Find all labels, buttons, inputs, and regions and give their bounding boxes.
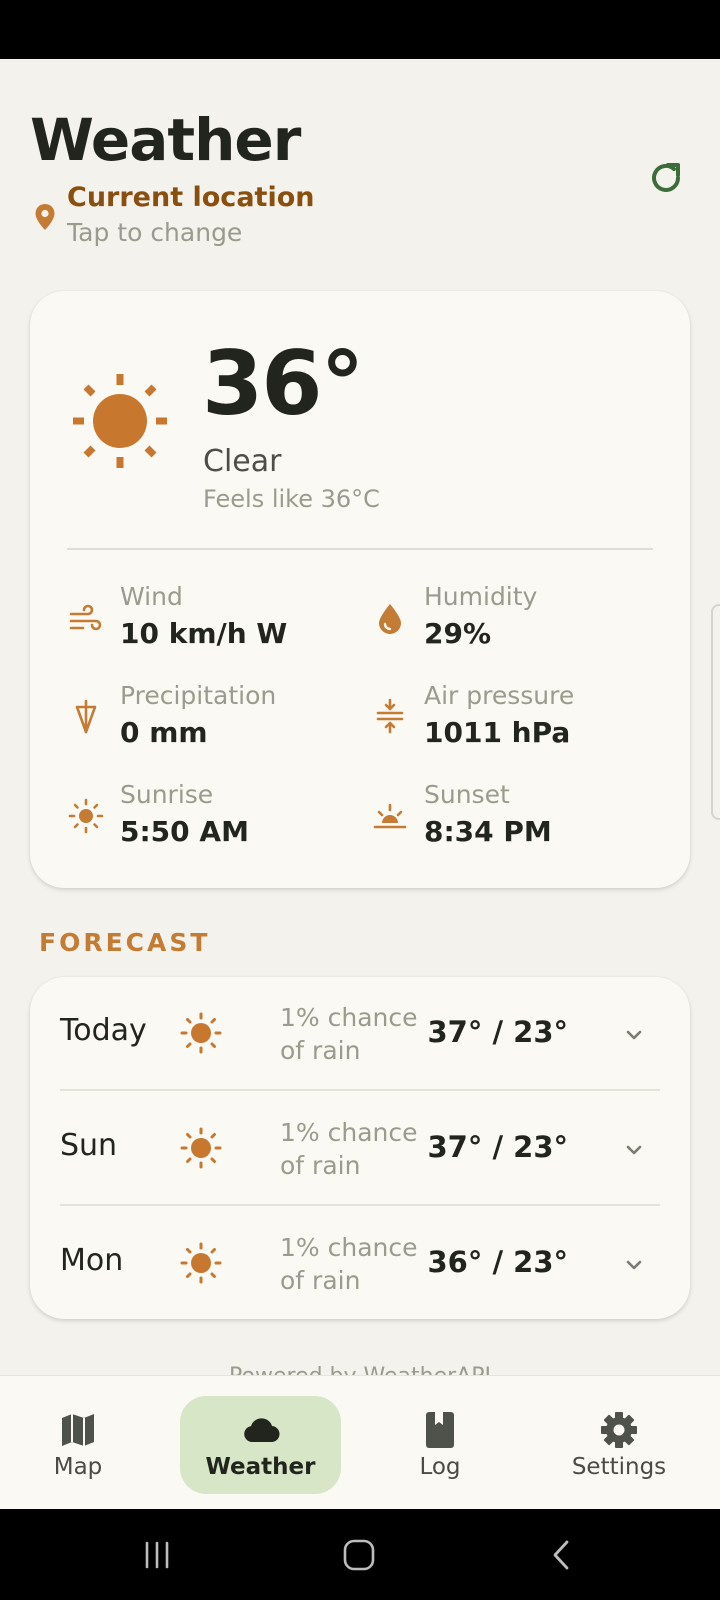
forecast-row-today[interactable]: Today 1% chance of rain 37° / 23°: [30, 977, 690, 1092]
nav-label: Settings: [571, 1454, 667, 1480]
sunrise-value: 5:50 AM: [120, 815, 249, 848]
refresh-button[interactable]: [644, 156, 688, 200]
forecast-temps: 37° / 23°: [427, 1015, 569, 1049]
chevron-down-icon[interactable]: [622, 1253, 646, 1277]
gear-icon: [601, 1412, 637, 1448]
sunset-label: Sunset: [424, 780, 510, 809]
forecast-rain-chance: 1% chance of rain: [280, 1233, 418, 1295]
sun-icon: [73, 374, 167, 468]
forecast-rain-chance: 1% chance of rain: [280, 1118, 418, 1180]
sun-icon: [180, 1012, 222, 1054]
divider: [67, 548, 653, 550]
wind-label: Wind: [120, 582, 183, 611]
nav-item-log[interactable]: Log: [400, 1376, 480, 1510]
wind-icon: [69, 604, 102, 631]
precipitation-value: 0 mm: [120, 716, 208, 749]
refresh-icon: [652, 163, 680, 192]
feels-like: Feels like 36°C: [203, 485, 380, 513]
sunset-value: 8:34 PM: [424, 815, 552, 848]
nav-item-map[interactable]: Map: [38, 1376, 118, 1510]
forecast-day: Sun: [60, 1128, 118, 1163]
bottom-navigation: Map Weather Log Settings: [0, 1375, 720, 1509]
forecast-row-mon[interactable]: Mon 1% chance of rain 36° / 23°: [30, 1207, 690, 1322]
sun-icon: [180, 1127, 222, 1169]
forecast-temps: 37° / 23°: [427, 1130, 569, 1164]
current-temperature: 36°: [202, 332, 364, 435]
umbrella-icon: [75, 699, 97, 734]
pressure-icon: [376, 698, 404, 734]
humidity-label: Humidity: [424, 582, 538, 611]
chevron-down-icon[interactable]: [622, 1023, 646, 1047]
book-icon: [426, 1412, 454, 1448]
air-pressure-label: Air pressure: [424, 681, 575, 710]
humidity-icon: [379, 604, 401, 634]
home-icon[interactable]: [343, 1539, 375, 1571]
nav-label: Map: [53, 1454, 103, 1480]
nav-item-settings[interactable]: Settings: [560, 1376, 678, 1510]
forecast-day: Mon: [60, 1243, 124, 1278]
forecast-row-sun[interactable]: Sun 1% chance of rain 37° / 23°: [30, 1092, 690, 1207]
forecast-day: Today: [60, 1013, 147, 1048]
page-title: Weather: [30, 106, 301, 174]
sunrise-label: Sunrise: [120, 780, 214, 809]
nav-label: Weather: [205, 1454, 316, 1480]
status-bar: [0, 0, 720, 59]
forecast-card: Today 1% chance of rain 37° / 23° Sun 1%…: [30, 977, 690, 1319]
map-icon: [62, 1414, 94, 1446]
cloud-icon: [243, 1418, 280, 1443]
divider: [60, 1089, 660, 1091]
system-navigation-bar: [0, 1509, 720, 1600]
air-pressure-value: 1011 hPa: [424, 716, 571, 749]
precipitation-label: Precipitation: [120, 681, 277, 710]
wind-value: 10 km/h W: [120, 617, 288, 650]
location-title[interactable]: Current location: [67, 182, 314, 213]
sunset-icon: [373, 803, 407, 829]
sun-icon: [180, 1242, 222, 1284]
humidity-value: 29%: [424, 617, 492, 650]
chevron-down-icon[interactable]: [622, 1138, 646, 1162]
location-change-hint[interactable]: Tap to change: [67, 218, 242, 247]
sunrise-icon: [68, 798, 104, 834]
back-icon[interactable]: [550, 1539, 572, 1571]
divider: [60, 1204, 660, 1206]
location-pin-icon: [35, 204, 55, 230]
current-condition: Clear: [203, 444, 282, 479]
nav-item-weather[interactable]: Weather: [180, 1376, 341, 1510]
recent-apps-icon[interactable]: [143, 1541, 171, 1569]
nav-label: Log: [419, 1454, 461, 1480]
forecast-heading: FORECAST: [39, 928, 211, 957]
forecast-temps: 36° / 23°: [427, 1245, 569, 1279]
edge-panel-handle[interactable]: [711, 604, 720, 820]
forecast-rain-chance: 1% chance of rain: [280, 1003, 418, 1065]
